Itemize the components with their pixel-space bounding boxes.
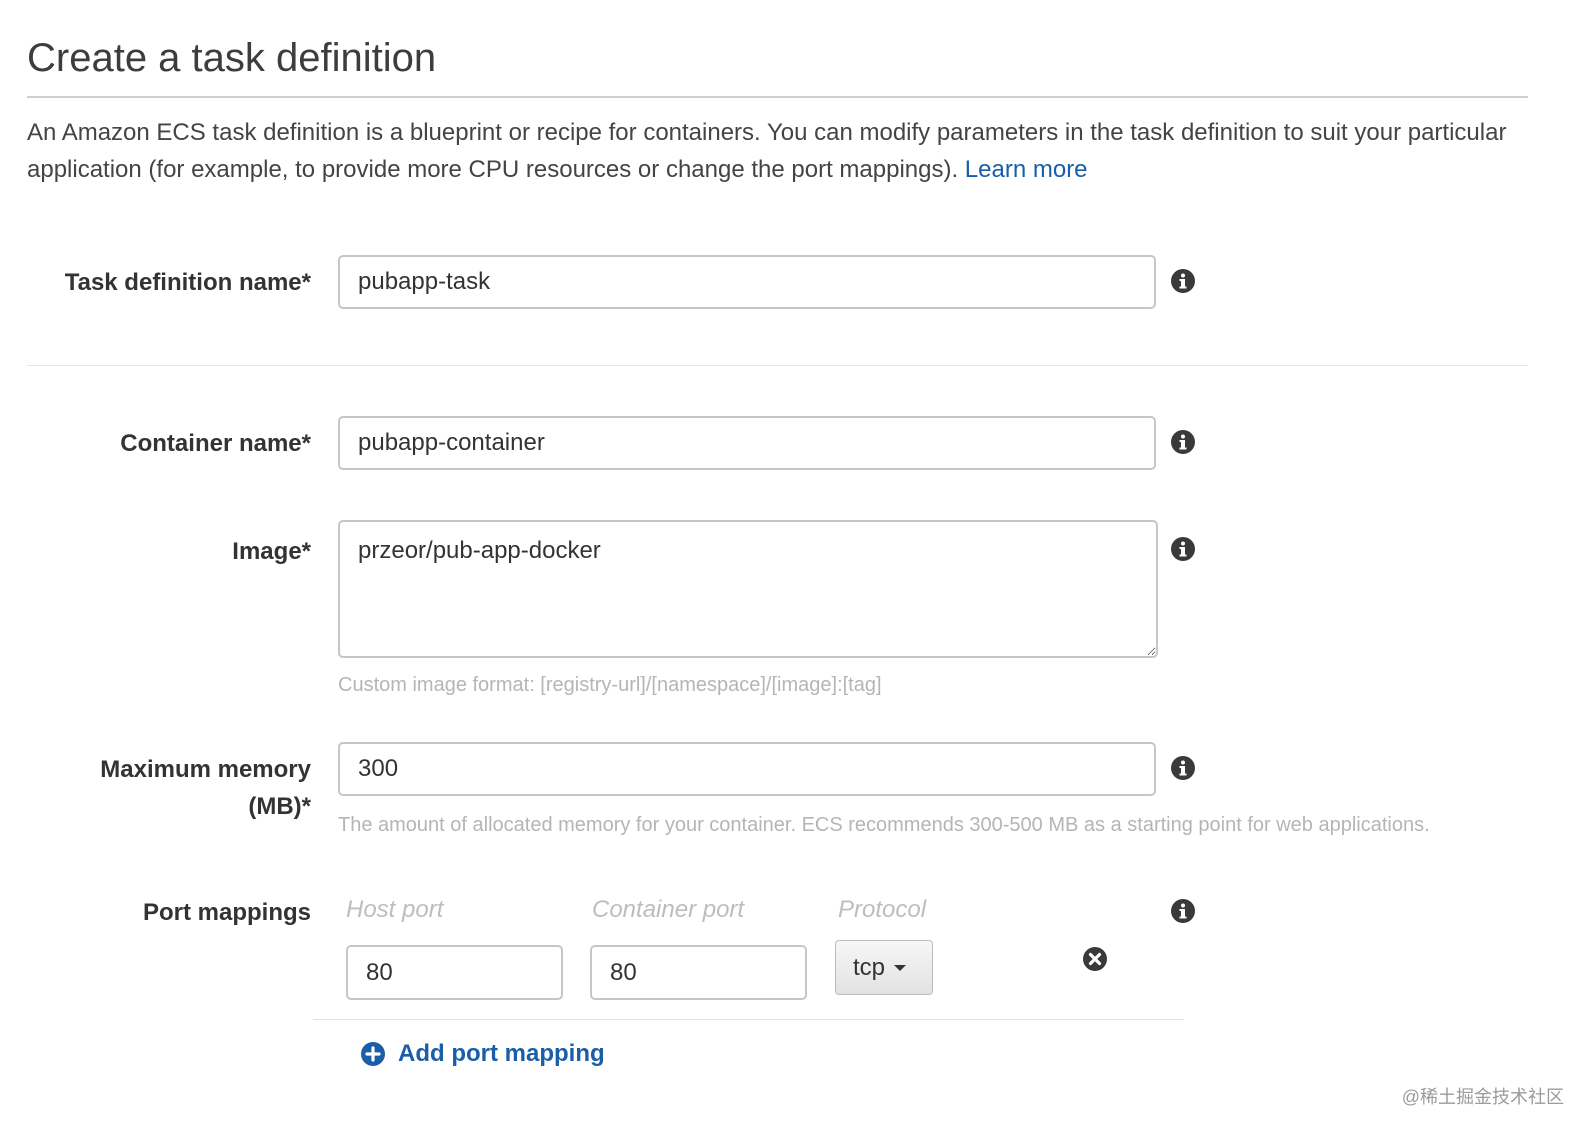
max-memory-hint: The amount of allocated memory for your …: [338, 814, 1430, 836]
container-port-header: Container port: [592, 896, 745, 923]
intro-text: An Amazon ECS task definition is a bluep…: [27, 114, 1527, 188]
section-divider: [27, 365, 1528, 366]
max-memory-label-line1: Maximum memory: [100, 756, 311, 783]
host-port-input[interactable]: [346, 945, 563, 1000]
page-title: Create a task definition: [27, 36, 437, 80]
max-memory-input[interactable]: [338, 742, 1156, 796]
intro-body: An Amazon ECS task definition is a bluep…: [27, 119, 1507, 183]
add-port-mapping-button[interactable]: Add port mapping: [360, 1040, 605, 1068]
remove-circle-icon[interactable]: [1082, 946, 1108, 972]
learn-more-link[interactable]: Learn more: [965, 156, 1088, 183]
image-label: Image*: [232, 538, 311, 565]
container-name-label: Container name*: [120, 430, 311, 457]
max-memory-label: Maximum memory (MB)*: [100, 751, 311, 825]
caret-down-icon: [894, 964, 907, 971]
max-memory-label-line2: (MB)*: [248, 793, 311, 820]
container-port-input[interactable]: [590, 945, 807, 1000]
info-icon[interactable]: [1170, 755, 1196, 781]
task-definition-name-input[interactable]: [338, 255, 1156, 309]
protocol-header: Protocol: [838, 896, 927, 923]
protocol-value: tcp: [853, 953, 886, 981]
title-divider: [27, 96, 1528, 98]
image-format-hint: Custom image format: [registry-url]/[nam…: [338, 674, 882, 696]
protocol-dropdown[interactable]: tcp: [835, 940, 933, 995]
port-mappings-label: Port mappings: [142, 899, 311, 926]
port-mappings-divider: [313, 1019, 1184, 1020]
image-textarea[interactable]: przeor/pub-app-docker: [338, 520, 1158, 658]
plus-circle-icon: [361, 1042, 385, 1066]
task-definition-name-label: Task definition name*: [64, 269, 311, 296]
info-icon[interactable]: [1170, 268, 1196, 294]
info-icon[interactable]: [1170, 898, 1196, 924]
info-icon[interactable]: [1170, 429, 1196, 455]
info-icon[interactable]: [1170, 536, 1196, 562]
container-name-input[interactable]: [338, 416, 1156, 470]
watermark: @稀土掘金技术社区: [1401, 1087, 1564, 1107]
host-port-header: Host port: [346, 896, 444, 923]
add-port-mapping-label: Add port mapping: [398, 1040, 605, 1067]
